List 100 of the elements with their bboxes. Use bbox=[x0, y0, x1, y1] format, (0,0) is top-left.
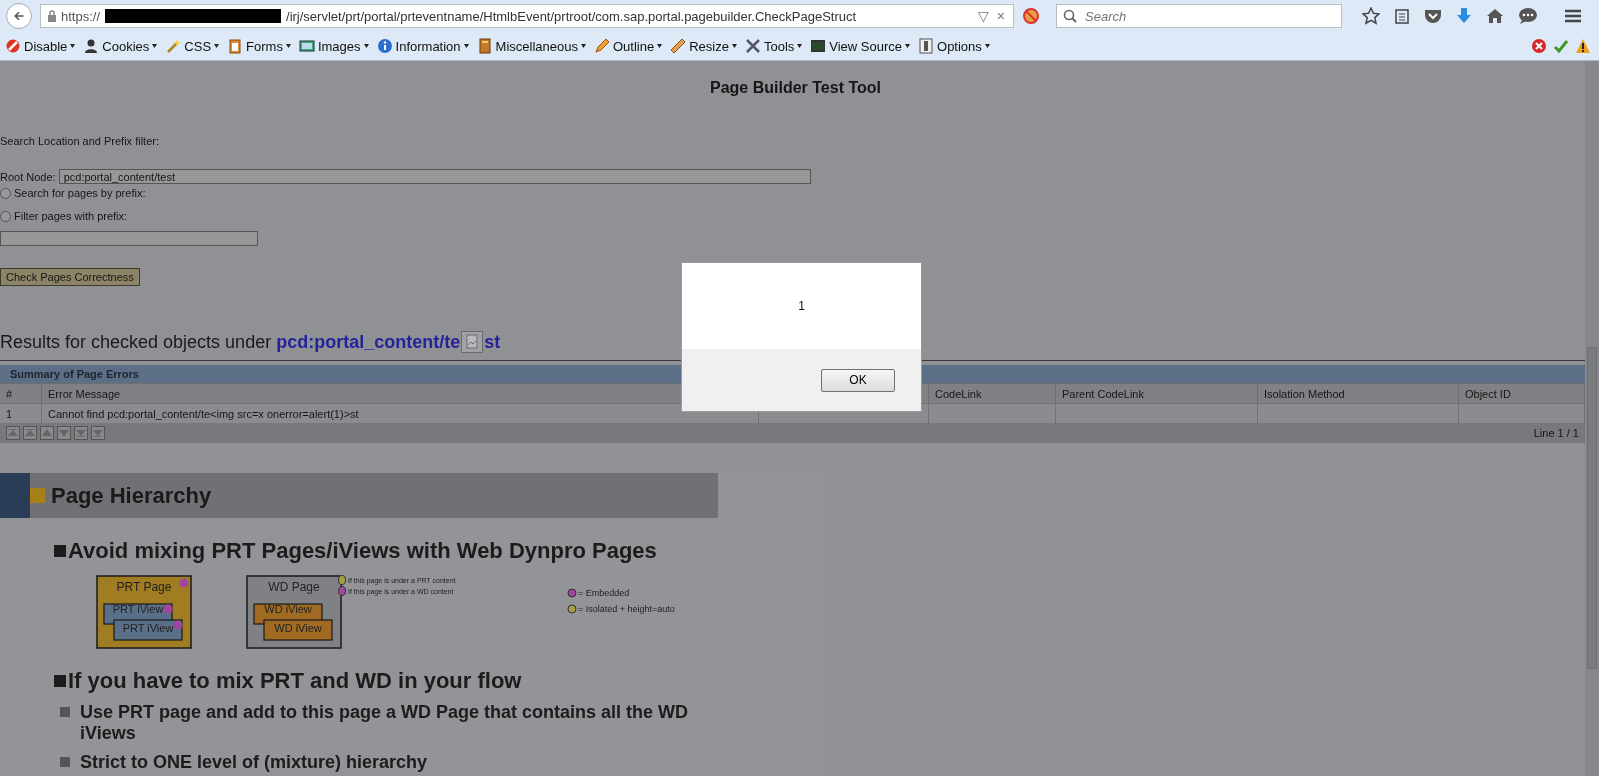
column-header: # bbox=[0, 383, 42, 403]
column-header: Object ID bbox=[1459, 383, 1585, 403]
ruler-icon bbox=[670, 38, 687, 54]
scrollbar[interactable] bbox=[1585, 61, 1599, 776]
radio-button[interactable] bbox=[0, 210, 11, 222]
ok-button[interactable]: OK bbox=[821, 368, 895, 392]
root-node-link[interactable]: pcd:portal_content/te bbox=[276, 331, 461, 353]
bullet-icon bbox=[54, 545, 66, 557]
lock-icon bbox=[47, 10, 57, 22]
caret-icon bbox=[797, 44, 803, 48]
iview-box bbox=[113, 619, 183, 641]
caret-icon bbox=[905, 44, 911, 48]
toolbar-menu[interactable]: Miscellaneous bbox=[473, 38, 591, 54]
bullet-icon bbox=[54, 675, 66, 687]
line-counter: Line 1 / 1 bbox=[1533, 427, 1579, 439]
toolbar-menu[interactable]: Cookies bbox=[80, 38, 163, 54]
prohibited-icon bbox=[5, 38, 21, 54]
sub-bullet-text: Use PRT page and add to this page a WD Page that contains all the WD iViews bbox=[80, 702, 690, 744]
caret-icon bbox=[984, 44, 990, 48]
back-button[interactable] bbox=[6, 3, 32, 29]
url-path: /irj/servlet/prt/portal/prteventname/HtmlbEvent/prtroot/com.sap.portal.pagebuilder.CheckPageStruct bbox=[286, 8, 857, 24]
blocked-addon-icon[interactable] bbox=[1022, 7, 1040, 25]
info-icon bbox=[376, 38, 393, 54]
search-field[interactable]: Search bbox=[1056, 4, 1342, 28]
column-header: CodeLink bbox=[929, 383, 1056, 403]
caret-icon bbox=[285, 44, 291, 48]
caret-icon bbox=[580, 44, 586, 48]
reading-list-icon[interactable] bbox=[1394, 8, 1410, 24]
filter-label: Search Location and Prefix filter: bbox=[0, 135, 160, 147]
sub-bullet-text: Strict to ONE level of (mixture) hierarchy bbox=[80, 752, 428, 773]
table-cell: 1 bbox=[0, 403, 42, 423]
toolbar-menu[interactable]: Resize bbox=[667, 38, 742, 54]
toolbar-menu[interactable]: Outline bbox=[590, 38, 668, 54]
scroll-down-button[interactable] bbox=[74, 426, 88, 440]
broken-image-icon bbox=[461, 331, 484, 353]
column-header: Parent CodeLink bbox=[1056, 383, 1258, 403]
caret-icon bbox=[657, 44, 663, 48]
pocket-icon[interactable] bbox=[1424, 8, 1442, 24]
menu-icon[interactable] bbox=[1564, 8, 1582, 24]
container-title: PRT Page bbox=[116, 580, 172, 594]
bullet-icon bbox=[60, 707, 70, 717]
picture-icon bbox=[298, 38, 315, 54]
clipboard-icon bbox=[227, 38, 244, 54]
column-header: Isolation Method bbox=[1258, 383, 1459, 403]
check-pages-button[interactable]: Check Pages Correctness bbox=[0, 268, 140, 286]
error-icon[interactable] bbox=[1531, 38, 1547, 54]
caret-icon bbox=[363, 44, 369, 48]
star-icon[interactable] bbox=[1362, 7, 1380, 25]
book-icon bbox=[476, 38, 493, 54]
radio-button[interactable] bbox=[0, 187, 11, 199]
pencil-icon bbox=[593, 38, 610, 54]
caret-icon bbox=[214, 44, 220, 48]
toolbar-menu[interactable]: CSS bbox=[162, 38, 225, 54]
terminal-icon bbox=[810, 38, 827, 54]
download-icon[interactable] bbox=[1456, 7, 1472, 25]
scroll-down-button[interactable] bbox=[57, 426, 71, 440]
accent-bar bbox=[0, 473, 30, 518]
container-title: WD Page bbox=[268, 580, 320, 594]
scroll-up-button[interactable] bbox=[6, 426, 20, 440]
page-title: Page Builder Test Tool bbox=[709, 79, 882, 97]
caret-icon bbox=[463, 44, 469, 48]
search-input[interactable]: Search bbox=[1083, 7, 1327, 25]
bullet-text: If you have to mix PRT and WD in your flow bbox=[68, 668, 522, 694]
slide-title: Page Hierarchy bbox=[51, 482, 212, 509]
address-bar[interactable]: https:// /irj/servlet/prt/portal/prteventname/HtmlbEvent/prtroot/com.sap.portal.pagebuilder.CheckPageStruct ▽ × bbox=[40, 4, 1014, 28]
radio-label: Search for pages by prefix: bbox=[14, 187, 146, 199]
toolbar-menu[interactable]: Information bbox=[373, 38, 474, 54]
wand-icon bbox=[165, 38, 182, 54]
table-cell: Cannot find pcd:portal_content/te<img src=x onerror=alert(1)>st bbox=[42, 403, 759, 423]
caret-icon bbox=[731, 44, 737, 48]
scroll-down-button[interactable] bbox=[91, 426, 105, 440]
results-heading: Results for checked objects under bbox=[0, 331, 273, 353]
search-icon bbox=[1063, 9, 1077, 23]
chat-icon[interactable] bbox=[1518, 7, 1538, 25]
radio-label: Filter pages with prefix: bbox=[14, 210, 128, 222]
toolbar-menu[interactable]: Disable bbox=[2, 38, 81, 54]
warning-icon[interactable] bbox=[1575, 38, 1591, 54]
checkmark-icon[interactable] bbox=[1553, 38, 1569, 54]
caret-icon bbox=[70, 44, 76, 48]
toolbar-menu[interactable]: Options bbox=[915, 38, 995, 54]
toolbar-menu[interactable]: Forms bbox=[224, 38, 296, 54]
alert-message: 1 bbox=[798, 299, 805, 313]
url-dropdown[interactable]: ▽ bbox=[975, 8, 991, 24]
iview-box bbox=[263, 619, 333, 641]
iview-label: WD iView bbox=[274, 622, 322, 634]
prefix-field[interactable] bbox=[0, 231, 258, 246]
iview-label: PRT iView bbox=[112, 603, 164, 615]
bullet-icon bbox=[60, 757, 70, 767]
root-node-link[interactable]: st bbox=[484, 331, 501, 353]
iview-label: PRT iView bbox=[122, 622, 174, 634]
caret-icon bbox=[152, 44, 158, 48]
home-icon[interactable] bbox=[1486, 8, 1504, 24]
scroll-up-button[interactable] bbox=[40, 426, 54, 440]
toolbar-menu[interactable]: View Source bbox=[807, 38, 916, 54]
root-node-field[interactable]: pcd:portal_content/test bbox=[58, 169, 811, 184]
url-clear[interactable]: × bbox=[994, 8, 1007, 24]
person-icon bbox=[83, 38, 100, 54]
toolbar-menu[interactable]: Images bbox=[295, 38, 374, 54]
toolbar-menu[interactable]: Tools bbox=[741, 38, 808, 54]
scroll-up-button[interactable] bbox=[23, 426, 37, 440]
